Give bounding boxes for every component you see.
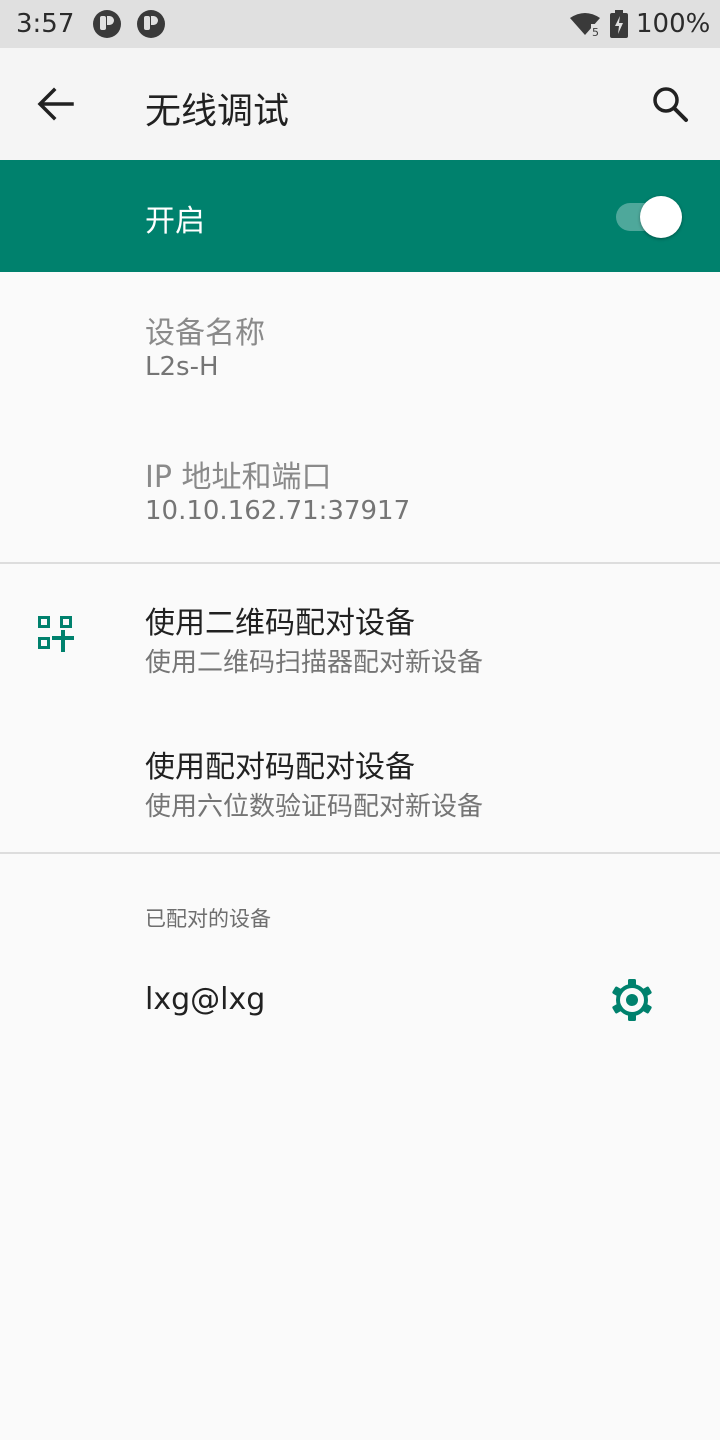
device-name-item[interactable]: 设备名称 L2s-H — [0, 272, 720, 416]
battery-percentage: 100% — [636, 9, 711, 39]
battery-charging-icon — [610, 10, 628, 38]
paired-device-name: lxg@lxg — [145, 982, 266, 1017]
ip-port-value: 10.10.162.71:37917 — [145, 496, 411, 526]
gear-icon[interactable] — [610, 978, 654, 1022]
switch-thumb[interactable] — [640, 196, 682, 238]
wifi-icon: 5 — [570, 13, 601, 37]
status-bar: 3:57 5 100% — [0, 0, 720, 48]
ip-port-item[interactable]: IP 地址和端口 10.10.162.71:37917 — [0, 416, 720, 562]
notification-icon — [137, 10, 165, 38]
page-title: 无线调试 — [145, 91, 290, 132]
paired-devices-header: 已配对的设备 — [145, 907, 271, 931]
pair-qr-title: 使用二维码配对设备 — [145, 606, 415, 641]
pair-code-summary: 使用六位数验证码配对新设备 — [145, 792, 484, 822]
qr-code-scanner-icon — [38, 616, 74, 652]
wireless-debugging-switch-row[interactable]: 开启 — [0, 160, 720, 272]
arrow-back-icon[interactable] — [36, 86, 76, 122]
pair-qr-summary: 使用二维码扫描器配对新设备 — [145, 648, 484, 678]
svg-text:5: 5 — [592, 26, 599, 37]
pair-code-item[interactable]: 使用配对码配对设备 使用六位数验证码配对新设备 — [0, 708, 720, 852]
switch-label: 开启 — [145, 204, 205, 239]
notification-icon — [93, 10, 121, 38]
pair-qr-item[interactable]: 使用二维码配对设备 使用二维码扫描器配对新设备 — [0, 564, 720, 708]
app-bar: 无线调试 — [0, 48, 720, 160]
device-name-title: 设备名称 — [145, 316, 265, 351]
status-time: 3:57 — [16, 9, 75, 39]
pair-code-title: 使用配对码配对设备 — [145, 750, 415, 785]
divider — [0, 852, 720, 854]
search-icon[interactable] — [650, 84, 690, 124]
device-name-value: L2s-H — [145, 352, 219, 382]
ip-port-title: IP 地址和端口 — [145, 460, 332, 495]
